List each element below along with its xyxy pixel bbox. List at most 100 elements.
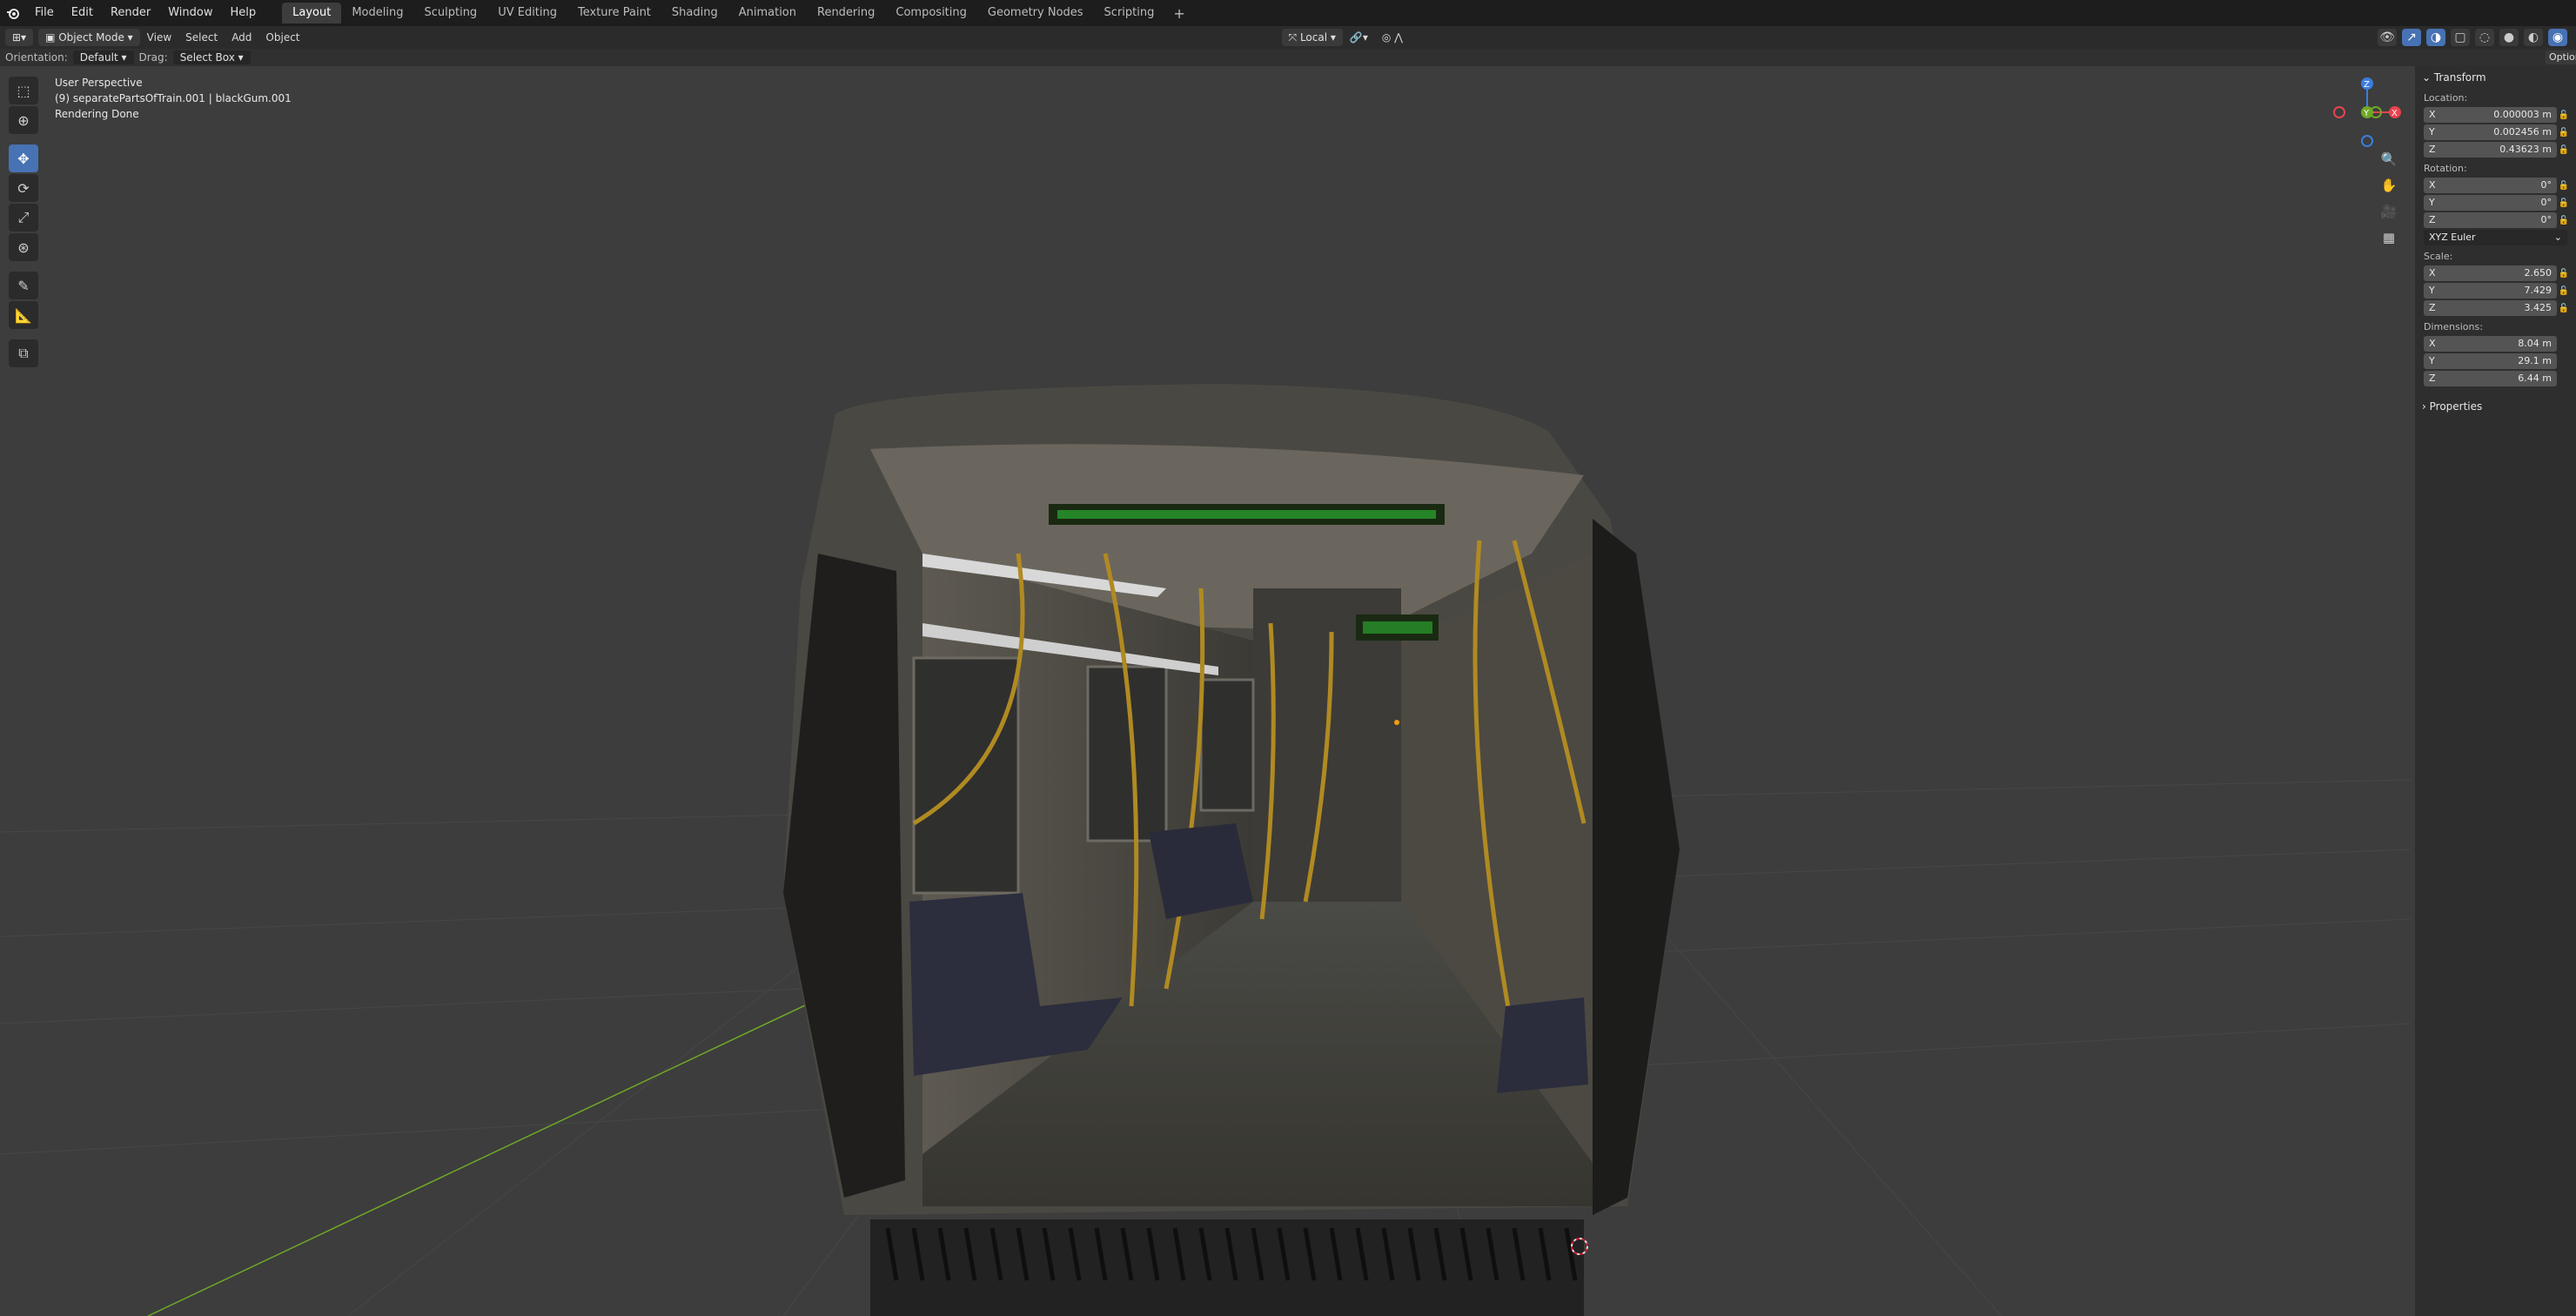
gizmo-toggle-icon[interactable]: ↗ [2402, 29, 2421, 46]
rotation-mode-dropdown[interactable]: XYZ Euler ⌄ [2424, 230, 2567, 245]
scale-x-row: X 2.650 🔓 [2424, 265, 2571, 281]
menu-render[interactable]: Render [102, 0, 159, 26]
field-value: 3.425 [2524, 302, 2553, 313]
lock-icon[interactable]: 🔓 [2557, 145, 2571, 155]
scale-tool-icon[interactable]: ⤢ [9, 204, 38, 232]
options-button[interactable]: Options [2546, 50, 2576, 64]
lock-icon[interactable]: 🔓 [2557, 269, 2571, 279]
rotation-z-field[interactable]: Z 0° [2424, 212, 2557, 228]
lock-icon[interactable]: 🔓 [2557, 198, 2571, 208]
lock-icon[interactable]: 🔓 [2557, 128, 2571, 138]
mode-label: Object Mode [58, 31, 124, 44]
drag-dropdown[interactable]: Select Box ▾ [172, 50, 251, 64]
lock-icon[interactable]: 🔓 [2557, 286, 2571, 296]
location-z-field[interactable]: Z 0.43623 m [2424, 142, 2557, 158]
sidebar-n-panel: ⌄ Transform Location: X 0.000003 m 🔓 Y 0.0… [2415, 66, 2576, 1316]
menu-object[interactable]: Object [258, 31, 306, 44]
lock-icon[interactable]: 🔓 [2557, 181, 2571, 191]
field-value: 0° [2540, 214, 2553, 225]
mode-dropdown[interactable]: ▣ Object Mode ▾ [38, 29, 140, 46]
transform-header[interactable]: ⌄ Transform [2415, 66, 2576, 89]
top-bar: File Edit Render Window Help Layout Mode… [0, 0, 2576, 26]
menu-select[interactable]: Select [178, 31, 225, 44]
rotation-z-row: Z 0° 🔓 [2424, 212, 2571, 228]
tab-rendering[interactable]: Rendering [807, 3, 885, 24]
transform-tool-icon[interactable]: ⊛ [9, 233, 38, 261]
lock-icon[interactable]: 🔓 [2557, 111, 2571, 120]
rotation-x-row: X 0° 🔓 [2424, 178, 2571, 193]
workspace-tabs: Layout Modeling Sculpting UV Editing Tex… [282, 0, 1194, 26]
location-x-field[interactable]: X 0.000003 m [2424, 107, 2557, 123]
menu-add[interactable]: Add [225, 31, 258, 44]
orientation-label: Orientation: [5, 51, 68, 64]
rotate-tool-icon[interactable]: ⟳ [9, 174, 38, 202]
material-shading-icon[interactable]: ◐ [2524, 29, 2543, 46]
cursor-tool-icon[interactable]: ⊕ [9, 106, 38, 134]
navigation-gizmo[interactable]: Z X Y [2332, 75, 2402, 153]
editor-type-button[interactable]: ⊞▾ [5, 29, 34, 46]
location-z-row: Z 0.43623 m 🔓 [2424, 142, 2571, 158]
axis-label: Z [2429, 214, 2436, 225]
wireframe-shading-icon[interactable]: ◌ [2475, 29, 2494, 46]
tab-uv-editing[interactable]: UV Editing [487, 3, 567, 24]
scale-x-field[interactable]: X 2.650 [2424, 265, 2557, 281]
rotation-x-field[interactable]: X 0° [2424, 178, 2557, 193]
lock-icon[interactable]: 🔓 [2557, 304, 2571, 313]
field-value: 29.1 m [2518, 355, 2552, 366]
tab-layout[interactable]: Layout [282, 3, 342, 24]
zoom-icon[interactable]: 🔍 [2378, 148, 2400, 171]
select-box-tool-icon[interactable]: ⬚ [9, 77, 38, 104]
solid-shading-icon[interactable]: ● [2499, 29, 2519, 46]
overlay-toggle-icon[interactable]: ◑ [2426, 29, 2445, 46]
dimensions-y-field[interactable]: Y 29.1 m [2424, 353, 2557, 369]
measure-tool-icon[interactable]: 📐 [9, 301, 38, 329]
menu-help[interactable]: Help [222, 0, 265, 26]
tab-modeling[interactable]: Modeling [341, 3, 413, 24]
add-workspace-button[interactable]: + [1164, 5, 1193, 22]
axis-label: X [2429, 338, 2436, 349]
xray-icon[interactable]: ▢ [2451, 29, 2470, 46]
field-value: 0° [2540, 179, 2553, 191]
tab-shading[interactable]: Shading [661, 3, 728, 24]
menu-edit[interactable]: Edit [63, 0, 102, 26]
blender-logo-icon[interactable] [0, 0, 26, 26]
menu-view[interactable]: View [140, 31, 178, 44]
active-object-info: (9) separatePartsOfTrain.001 | blackGum.… [55, 92, 292, 104]
scale-y-field[interactable]: Y 7.429 [2424, 283, 2557, 299]
dimensions-x-field[interactable]: X 8.04 m [2424, 336, 2557, 352]
object-mode-icon: ▣ [45, 31, 59, 44]
location-y-field[interactable]: Y 0.002456 m [2424, 124, 2557, 140]
orientation-value: Default [79, 51, 118, 64]
perspective-toggle-icon[interactable]: ▦ [2378, 226, 2400, 249]
tool-shelf: ⬚ ⊕ ✥ ⟳ ⤢ ⊛ ✎ 📐 ⧉ [7, 75, 40, 369]
tab-geometry-nodes[interactable]: Geometry Nodes [977, 3, 1094, 24]
axis-label: Z [2429, 302, 2436, 313]
field-value: 0.002456 m [2493, 126, 2552, 138]
axis-label: Y [2429, 285, 2435, 296]
pan-hand-icon[interactable]: ✋ [2378, 174, 2400, 197]
tab-compositing[interactable]: Compositing [885, 3, 977, 24]
dimensions-z-field[interactable]: Z 6.44 m [2424, 371, 2557, 386]
lock-icon[interactable]: 🔓 [2557, 216, 2571, 225]
3d-viewport[interactable] [0, 66, 2411, 1316]
menu-window[interactable]: Window [159, 0, 221, 26]
menu-file[interactable]: File [26, 0, 63, 26]
tab-animation[interactable]: Animation [728, 3, 807, 24]
location-y-row: Y 0.002456 m 🔓 [2424, 124, 2571, 140]
proportional-editing-icon[interactable]: ◎ ⋀ [1375, 31, 1410, 44]
tab-scripting[interactable]: Scripting [1094, 3, 1165, 24]
visibility-icon[interactable]: 👁 [2378, 29, 2397, 46]
move-tool-icon[interactable]: ✥ [9, 144, 38, 172]
pivot-dropdown[interactable]: ⤧ Local ▾ [1281, 29, 1343, 46]
tab-sculpting[interactable]: Sculpting [413, 3, 487, 24]
rotation-y-field[interactable]: Y 0° [2424, 195, 2557, 211]
snap-icon[interactable]: 🔗▾ [1343, 31, 1375, 44]
annotate-tool-icon[interactable]: ✎ [9, 272, 38, 299]
tab-texture-paint[interactable]: Texture Paint [567, 3, 661, 24]
properties-header[interactable]: › Properties [2415, 395, 2576, 418]
camera-view-icon[interactable]: 🎥 [2378, 200, 2400, 223]
scale-z-field[interactable]: Z 3.425 [2424, 300, 2557, 316]
orientation-dropdown[interactable]: Default ▾ [72, 50, 134, 64]
add-cube-tool-icon[interactable]: ⧉ [9, 339, 38, 367]
rendered-shading-icon[interactable]: ◉ [2548, 29, 2567, 46]
